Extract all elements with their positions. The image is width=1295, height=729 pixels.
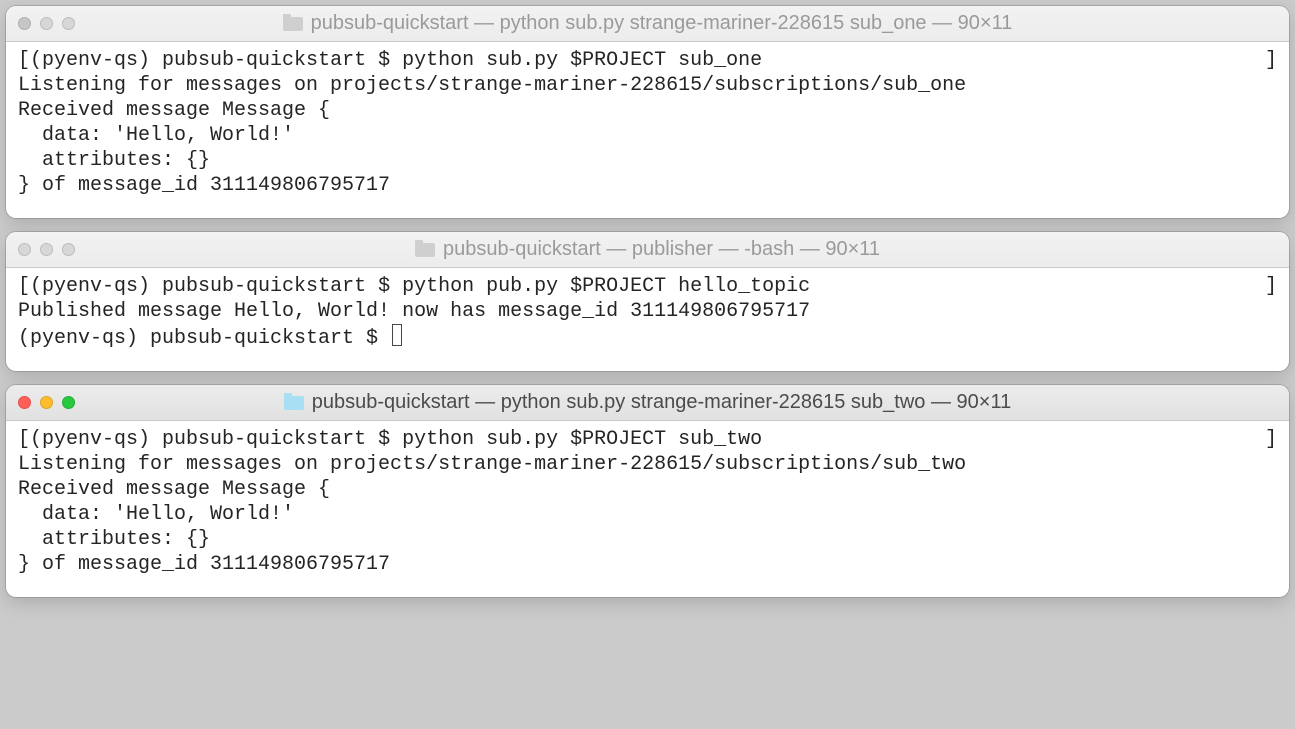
terminal-line: (pyenv-qs) pubsub-quickstart $ — [18, 324, 1277, 351]
terminal-text: data: 'Hello, World!' — [18, 502, 1277, 527]
terminal-text: (pyenv-qs) pubsub-quickstart $ — [18, 324, 1277, 351]
minimize-button[interactable] — [40, 243, 53, 256]
title-wrap: pubsub-quickstart — publisher — -bash — … — [6, 238, 1289, 261]
terminal-text: data: 'Hello, World!' — [18, 123, 1277, 148]
traffic-lights — [18, 17, 75, 30]
terminal-window: pubsub-quickstart — python sub.py strang… — [6, 385, 1289, 597]
terminal-line: [(pyenv-qs) pubsub-quickstart $ python s… — [18, 48, 1277, 73]
cursor-icon — [392, 324, 402, 346]
close-button[interactable] — [18, 17, 31, 30]
terminal-body[interactable]: [(pyenv-qs) pubsub-quickstart $ python p… — [6, 268, 1289, 371]
prompt-left-bracket: [ — [18, 274, 30, 299]
title-wrap: pubsub-quickstart — python sub.py strang… — [6, 12, 1289, 35]
window-title: pubsub-quickstart — python sub.py strang… — [311, 12, 1013, 35]
terminal-text: (pyenv-qs) pubsub-quickstart $ python su… — [30, 48, 1265, 73]
terminal-text: Received message Message { — [18, 98, 1277, 123]
terminal-line: } of message_id 311149806795717 — [18, 173, 1277, 198]
minimize-button[interactable] — [40, 17, 53, 30]
terminal-text: attributes: {} — [18, 527, 1277, 552]
prompt-left-bracket: [ — [18, 48, 30, 73]
terminal-line: Received message Message { — [18, 98, 1277, 123]
terminal-line: [(pyenv-qs) pubsub-quickstart $ python s… — [18, 427, 1277, 452]
terminal-window: pubsub-quickstart — publisher — -bash — … — [6, 232, 1289, 371]
traffic-lights — [18, 396, 75, 409]
terminal-line: Listening for messages on projects/stran… — [18, 73, 1277, 98]
terminal-line: data: 'Hello, World!' — [18, 502, 1277, 527]
terminal-text: } of message_id 311149806795717 — [18, 173, 1277, 198]
close-button[interactable] — [18, 396, 31, 409]
terminal-text: Received message Message { — [18, 477, 1277, 502]
traffic-lights — [18, 243, 75, 256]
terminal-text: (pyenv-qs) pubsub-quickstart $ python su… — [30, 427, 1265, 452]
window-title: pubsub-quickstart — python sub.py strang… — [312, 391, 1011, 414]
titlebar[interactable]: pubsub-quickstart — python sub.py strang… — [6, 6, 1289, 42]
terminal-line: Published message Hello, World! now has … — [18, 299, 1277, 324]
close-button[interactable] — [18, 243, 31, 256]
folder-icon — [283, 17, 303, 31]
terminal-line: Received message Message { — [18, 477, 1277, 502]
terminal-line: data: 'Hello, World!' — [18, 123, 1277, 148]
folder-icon — [415, 243, 435, 257]
terminal-text: attributes: {} — [18, 148, 1277, 173]
folder-icon — [284, 396, 304, 410]
terminal-line: attributes: {} — [18, 148, 1277, 173]
zoom-button[interactable] — [62, 243, 75, 256]
prompt-left-bracket: [ — [18, 427, 30, 452]
prompt-right-bracket: ] — [1265, 274, 1277, 299]
title-wrap: pubsub-quickstart — python sub.py strang… — [6, 391, 1289, 414]
terminal-body[interactable]: [(pyenv-qs) pubsub-quickstart $ python s… — [6, 421, 1289, 597]
terminal-line: } of message_id 311149806795717 — [18, 552, 1277, 577]
zoom-button[interactable] — [62, 17, 75, 30]
terminal-line: [(pyenv-qs) pubsub-quickstart $ python p… — [18, 274, 1277, 299]
terminal-text: } of message_id 311149806795717 — [18, 552, 1277, 577]
window-title: pubsub-quickstart — publisher — -bash — … — [443, 238, 880, 261]
terminal-body[interactable]: [(pyenv-qs) pubsub-quickstart $ python s… — [6, 42, 1289, 218]
terminal-window: pubsub-quickstart — python sub.py strang… — [6, 6, 1289, 218]
zoom-button[interactable] — [62, 396, 75, 409]
terminal-line: Listening for messages on projects/stran… — [18, 452, 1277, 477]
titlebar[interactable]: pubsub-quickstart — python sub.py strang… — [6, 385, 1289, 421]
prompt-right-bracket: ] — [1265, 48, 1277, 73]
titlebar[interactable]: pubsub-quickstart — publisher — -bash — … — [6, 232, 1289, 268]
terminal-text: Listening for messages on projects/stran… — [18, 73, 1277, 98]
terminal-line: attributes: {} — [18, 527, 1277, 552]
terminal-text: Listening for messages on projects/stran… — [18, 452, 1277, 477]
terminal-text: Published message Hello, World! now has … — [18, 299, 1277, 324]
terminal-text: (pyenv-qs) pubsub-quickstart $ python pu… — [30, 274, 1265, 299]
minimize-button[interactable] — [40, 396, 53, 409]
prompt-right-bracket: ] — [1265, 427, 1277, 452]
